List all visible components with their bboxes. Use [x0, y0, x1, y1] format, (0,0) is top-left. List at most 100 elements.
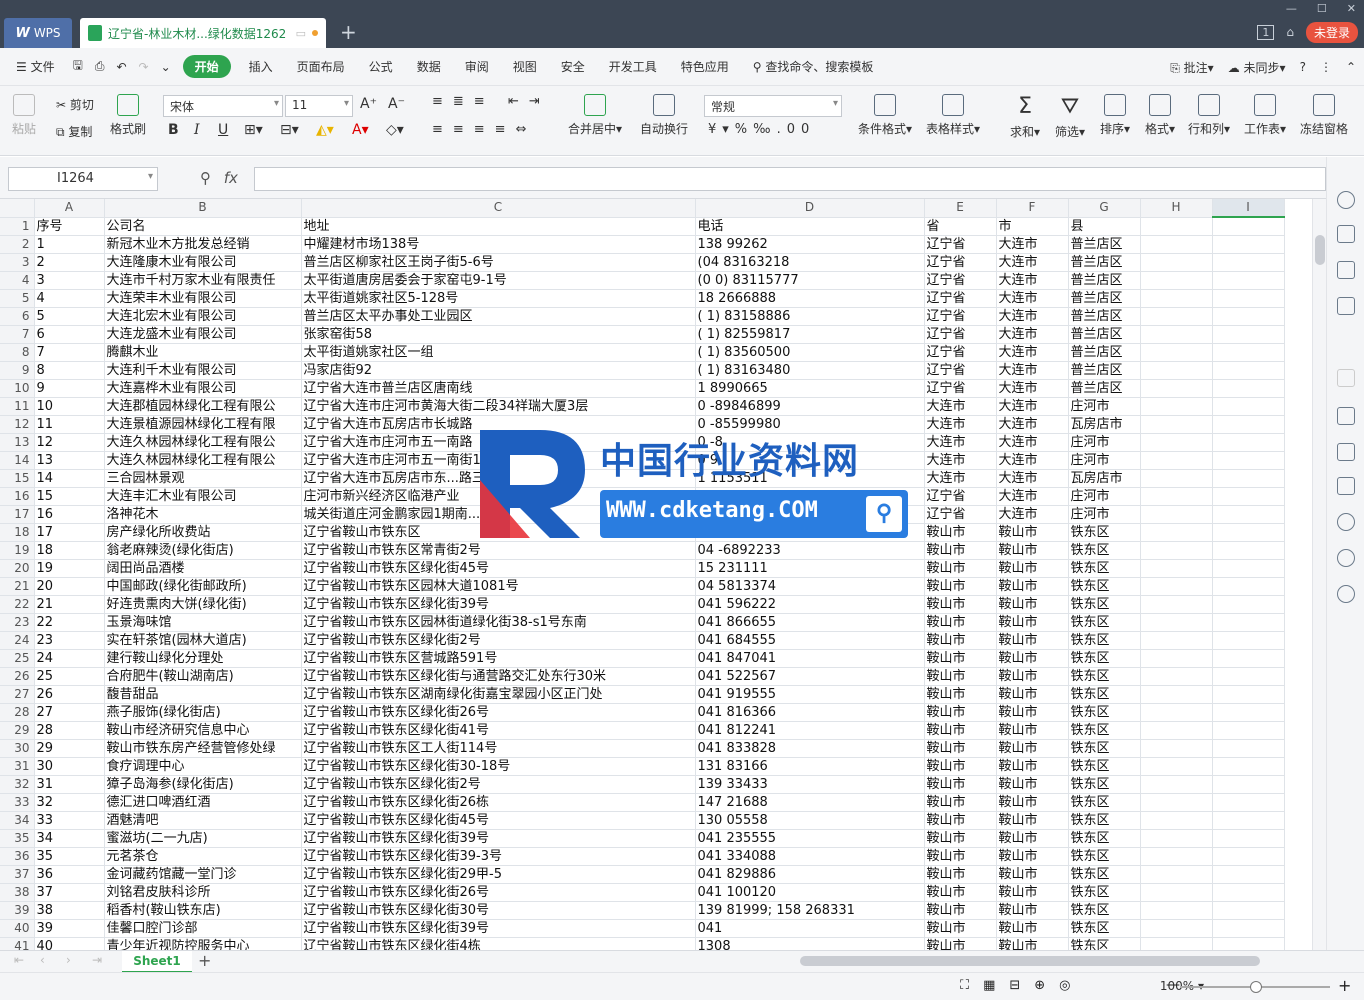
cell[interactable]: 130 05558 — [695, 811, 925, 830]
cell[interactable]: 鞍山市 — [996, 865, 1069, 884]
history-icon[interactable] — [1337, 549, 1355, 567]
cell[interactable] — [1212, 559, 1285, 578]
cell[interactable]: 地址 — [301, 217, 696, 236]
cell[interactable]: 铁东区 — [1068, 919, 1141, 938]
column-header-b[interactable]: B — [104, 199, 302, 218]
cell[interactable] — [1140, 577, 1213, 596]
cell[interactable]: 131 83166 — [695, 757, 925, 776]
undo-icon[interactable]: ↶ — [110, 60, 132, 74]
cell[interactable]: 铁东区 — [1068, 847, 1141, 866]
cell[interactable]: 瓦房店市 — [1068, 469, 1141, 488]
quick-save-icon[interactable]: 🖫 — [67, 56, 89, 77]
cell[interactable]: 26 — [34, 685, 105, 704]
cell[interactable] — [1140, 523, 1213, 542]
cell[interactable]: 鞍山市 — [996, 847, 1069, 866]
cell[interactable]: 太平街道姚家社区5-128号 — [301, 289, 696, 308]
cell[interactable] — [1140, 469, 1213, 488]
add-sheet-button[interactable]: + — [198, 951, 211, 970]
cell[interactable]: 辽宁省鞍山市铁东区绿化街4栋 — [301, 937, 696, 950]
cell[interactable]: (0 0) 83115777 — [695, 271, 925, 290]
cell[interactable]: 冯家店街92 — [301, 361, 696, 380]
cell[interactable]: 鞍山市 — [996, 793, 1069, 812]
cell[interactable] — [1212, 343, 1285, 362]
formula-input[interactable] — [254, 167, 1326, 191]
cell[interactable] — [1212, 883, 1285, 902]
new-tab-button[interactable]: + — [340, 20, 357, 44]
column-header-i[interactable]: I — [1212, 199, 1285, 218]
cell[interactable]: 大连市千村万家木业有限责任 — [104, 271, 302, 290]
cell[interactable]: 3 — [34, 271, 105, 290]
cell[interactable]: 大连市 — [996, 361, 1069, 380]
cell[interactable]: 辽宁省鞍山市铁东区绿化街39号 — [301, 595, 696, 614]
cell[interactable]: 辽宁省鞍山市铁东区绿化街2号 — [301, 631, 696, 650]
cell[interactable]: 041 816366 — [695, 703, 925, 722]
cell[interactable]: 鞍山市 — [924, 937, 997, 950]
cell[interactable]: 1308 — [695, 937, 925, 950]
cell[interactable]: 太平街道唐房居委会于家窑屯9-1号 — [301, 271, 696, 290]
cell[interactable]: 辽宁省鞍山市铁东区营城路591号 — [301, 649, 696, 668]
row-header[interactable]: 22 — [0, 595, 35, 614]
help-circle-icon[interactable] — [1337, 585, 1355, 603]
cell[interactable]: 辽宁省 — [924, 505, 997, 524]
cell[interactable]: 辽宁省 — [924, 253, 997, 272]
number-format-select[interactable]: 常规 — [704, 95, 842, 117]
properties-icon[interactable] — [1337, 261, 1355, 279]
row-header[interactable]: 31 — [0, 757, 35, 776]
more-icon[interactable]: ⋮ — [1320, 60, 1332, 74]
cell[interactable] — [1140, 901, 1213, 920]
indent-icons[interactable]: ⇤⇥ — [508, 94, 550, 109]
cell[interactable]: 鞍山市 — [924, 541, 997, 560]
cell[interactable]: 041 847041 — [695, 649, 925, 668]
cell[interactable]: 鞍山市 — [996, 541, 1069, 560]
cell[interactable]: 鞍山市经济研究信息中心 — [104, 721, 302, 740]
cell[interactable]: 铁东区 — [1068, 937, 1141, 950]
cell[interactable]: 铁东区 — [1068, 883, 1141, 902]
cell[interactable]: 大连市 — [996, 343, 1069, 362]
cell[interactable]: 鞍山市 — [924, 793, 997, 812]
cell[interactable]: 鞍山市 — [924, 613, 997, 632]
row-header[interactable]: 41 — [0, 937, 35, 950]
skin-icon[interactable]: ⌂ — [1286, 25, 1294, 39]
cell[interactable]: 铁东区 — [1068, 685, 1141, 704]
cell[interactable] — [1212, 703, 1285, 722]
cell[interactable] — [1212, 379, 1285, 398]
format-painter-button[interactable]: 格式刷 — [110, 94, 146, 137]
cell[interactable]: 铁东区 — [1068, 901, 1141, 920]
cell[interactable]: 04 5813374 — [695, 577, 925, 596]
conditional-format-button[interactable]: 条件格式▾ — [858, 94, 912, 137]
cell[interactable]: 辽宁省鞍山市铁东区绿化街26号 — [301, 883, 696, 902]
cell[interactable]: 4 — [34, 289, 105, 308]
cell[interactable]: 太平街道姚家社区一组 — [301, 343, 696, 362]
increase-font-icon[interactable]: A⁺ — [360, 96, 377, 112]
cell[interactable]: 39 — [34, 919, 105, 938]
cell[interactable]: 041 919555 — [695, 685, 925, 704]
freeze-panes-button[interactable]: 冻结窗格 — [1300, 94, 1348, 137]
cell[interactable] — [1140, 343, 1213, 362]
cell[interactable]: 鞍山市 — [924, 523, 997, 542]
cell[interactable]: 铁东区 — [1068, 703, 1141, 722]
cell[interactable]: 鞍山市 — [924, 901, 997, 920]
tab-security[interactable]: 安全 — [549, 58, 597, 75]
cell[interactable]: 大连市 — [996, 397, 1069, 416]
cell[interactable]: 16 — [34, 505, 105, 524]
cell[interactable]: ( 1) 83158886 — [695, 307, 925, 326]
cell[interactable]: ( 1) 82559817 — [695, 325, 925, 344]
cell[interactable]: 鞍山市 — [996, 829, 1069, 848]
cell[interactable]: 铁东区 — [1068, 595, 1141, 614]
next-sheet-icon[interactable]: › — [66, 953, 71, 967]
cell[interactable]: 40 — [34, 937, 105, 950]
row-header[interactable]: 29 — [0, 721, 35, 740]
cell[interactable]: 大连利千木业有限公司 — [104, 361, 302, 380]
row-header[interactable]: 25 — [0, 649, 35, 668]
cell[interactable]: 辽宁省鞍山市铁东区绿化街29甲-5 — [301, 865, 696, 884]
cell[interactable]: 12 — [34, 433, 105, 452]
cell[interactable]: 酒魅清吧 — [104, 811, 302, 830]
tab-data[interactable]: 数据 — [405, 58, 453, 75]
cell[interactable]: 普兰店区 — [1068, 235, 1141, 254]
cell[interactable]: 铁东区 — [1068, 865, 1141, 884]
cell[interactable] — [1212, 325, 1285, 344]
cell[interactable]: 辽宁省 — [924, 379, 997, 398]
tab-developer[interactable]: 开发工具 — [597, 58, 669, 75]
cell[interactable]: 青少年近视防控服务中心 — [104, 937, 302, 950]
cell[interactable] — [1212, 739, 1285, 758]
